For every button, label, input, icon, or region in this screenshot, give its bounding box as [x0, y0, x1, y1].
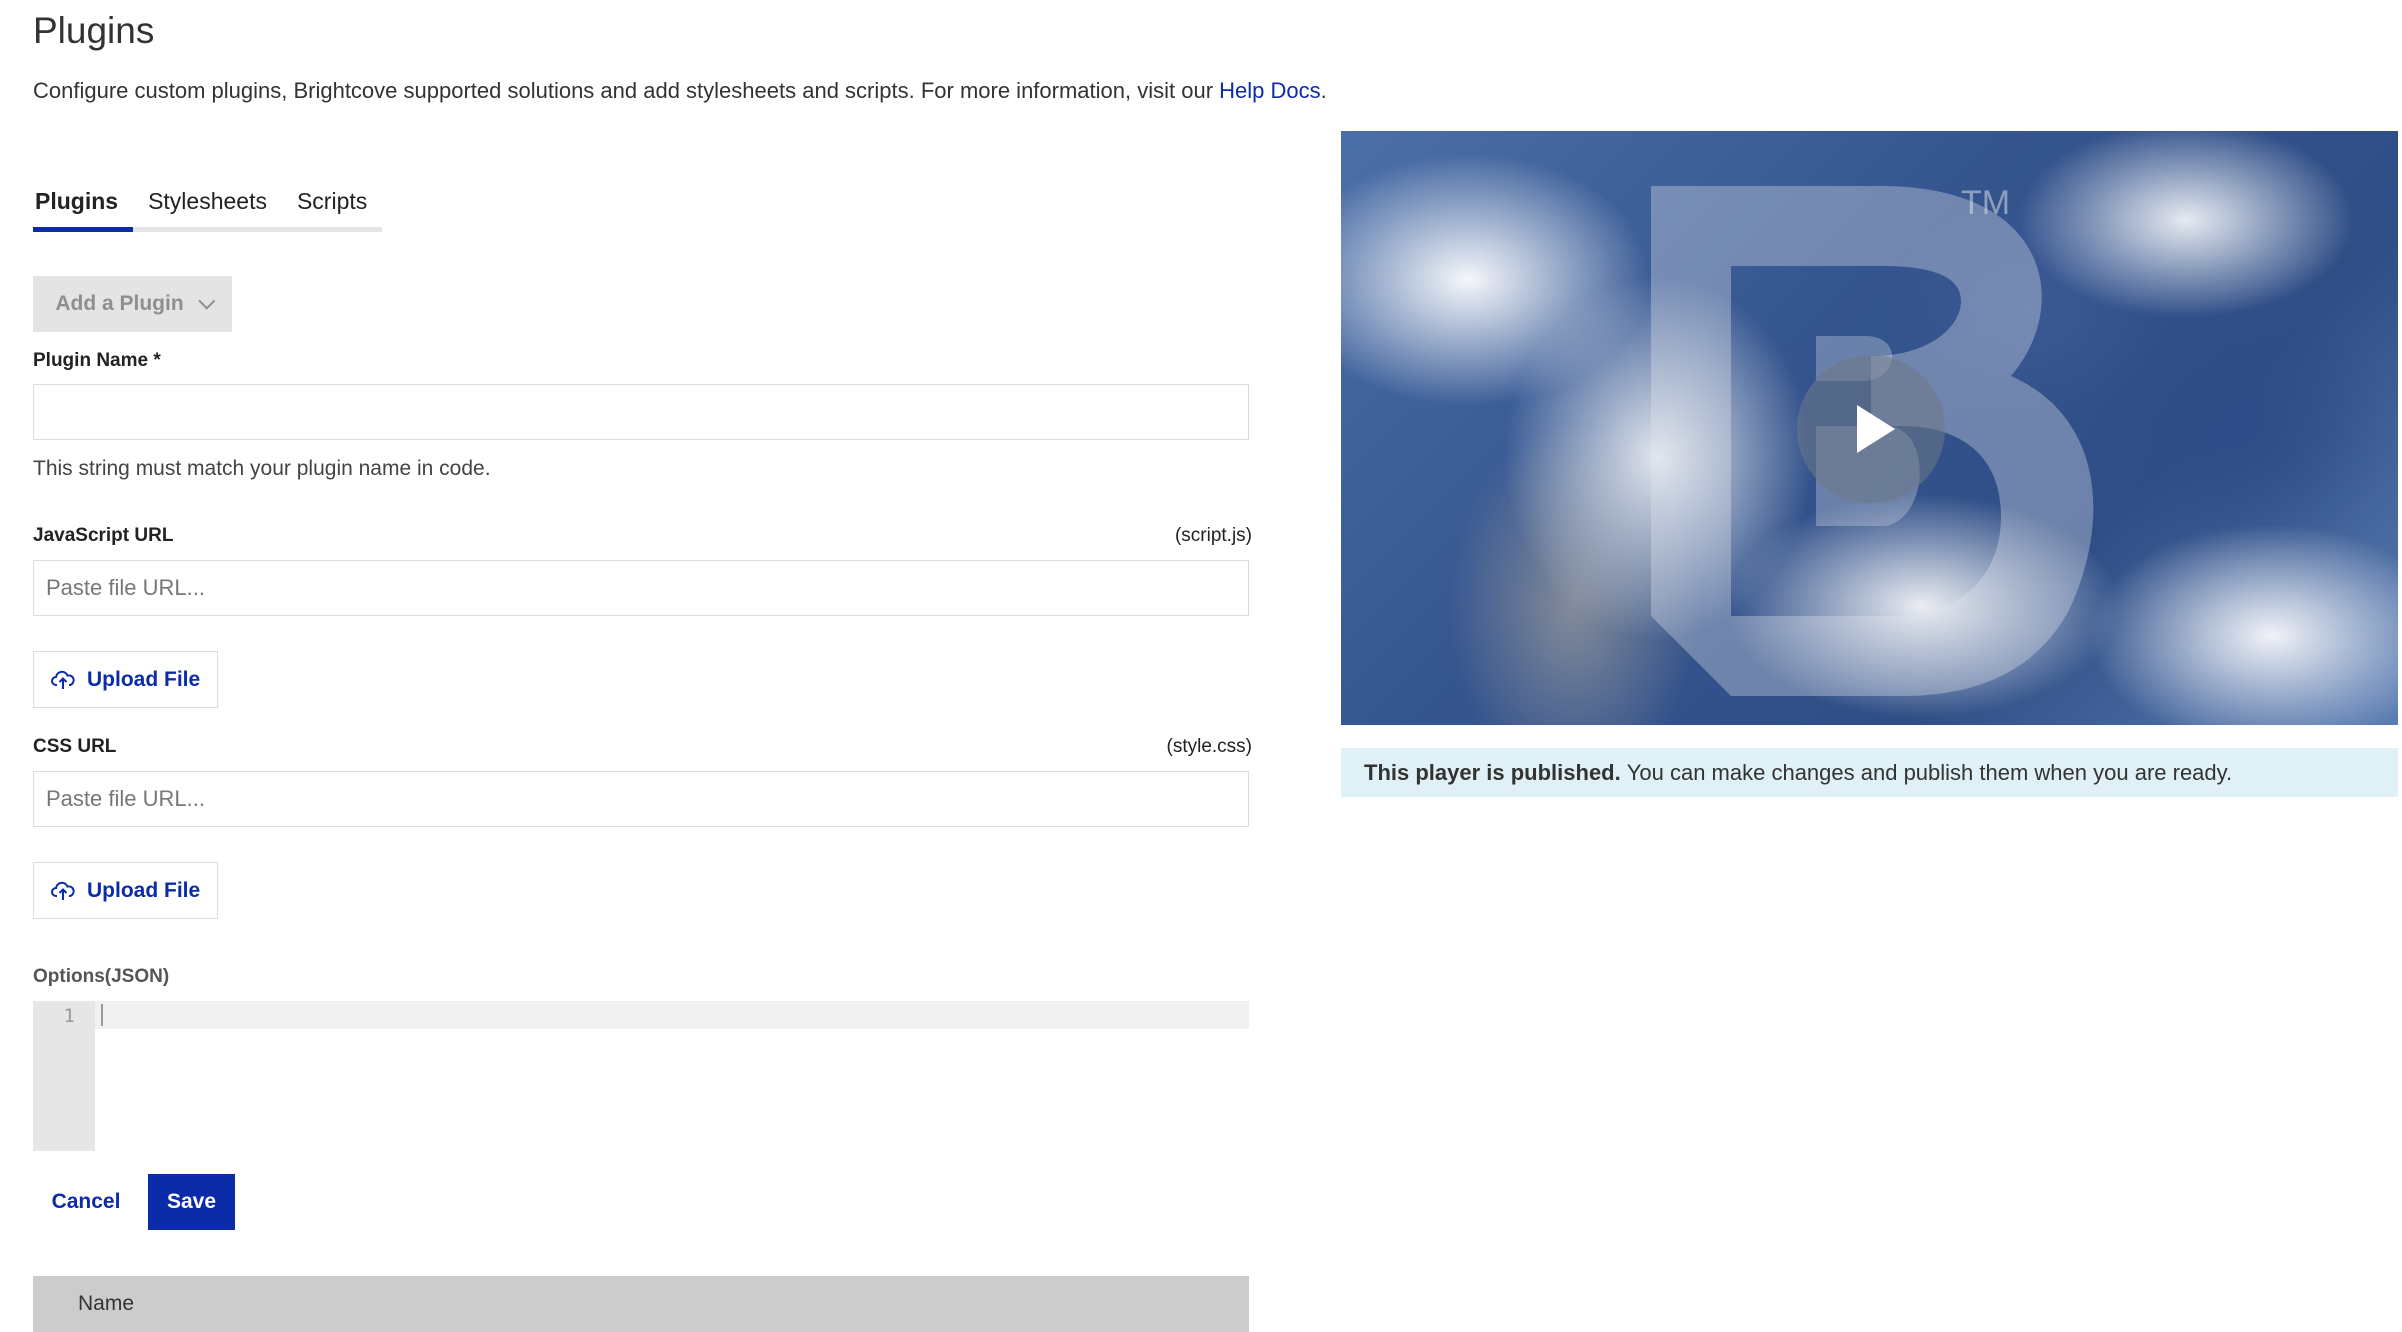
editor-cursor: [101, 1004, 103, 1026]
intro-text-body: Configure custom plugins, Brightcove sup…: [33, 78, 1220, 103]
play-button[interactable]: [1797, 355, 1945, 503]
plugins-page: Plugins Configure custom plugins, Bright…: [0, 0, 2402, 1332]
chevron-down-icon: [197, 292, 215, 310]
css-url-hint: (style.css): [1166, 736, 1253, 757]
javascript-url-input[interactable]: Paste file URL...: [33, 560, 1249, 616]
upload-css-file-button[interactable]: Upload File: [33, 862, 218, 919]
tab-bar: Plugins Stylesheets Scripts: [33, 186, 383, 232]
player-preview[interactable]: TM: [1341, 131, 2398, 725]
trademark-mark: TM: [1961, 186, 2010, 222]
javascript-url-hint: (script.js): [1174, 525, 1252, 546]
column-header-name[interactable]: Name: [78, 1292, 134, 1316]
play-icon: [1857, 405, 1895, 453]
options-json-label: Options(JSON): [33, 966, 170, 987]
add-plugin-label: Add a Plugin: [55, 292, 184, 315]
editor-line-number: 1: [63, 1005, 75, 1027]
css-url-input[interactable]: Paste file URL...: [33, 771, 1249, 827]
publish-status-banner: This player is published. You can make c…: [1341, 748, 2398, 797]
upload-css-file-label: Upload File: [87, 878, 201, 902]
publish-status-bold: This player is published.: [1364, 759, 1621, 785]
upload-cloud-icon: [51, 881, 75, 900]
plugin-name-help: This string must match your plugin name …: [33, 457, 491, 480]
tab-stylesheets[interactable]: Stylesheets: [133, 186, 282, 227]
help-docs-link[interactable]: Help Docs: [1219, 78, 1320, 103]
save-button[interactable]: Save: [148, 1174, 235, 1230]
intro-text: Configure custom plugins, Brightcove sup…: [33, 76, 1333, 106]
plugins-table-header: Name: [33, 1276, 1249, 1332]
plugin-name-input[interactable]: [33, 384, 1249, 440]
css-url-label: CSS URL: [33, 736, 117, 757]
editor-gutter: 1: [33, 1001, 95, 1151]
upload-js-file-label: Upload File: [87, 667, 201, 691]
tab-scripts[interactable]: Scripts: [282, 186, 382, 227]
javascript-url-label: JavaScript URL: [33, 525, 174, 546]
cancel-button[interactable]: Cancel: [33, 1174, 139, 1230]
publish-status-text: You can make changes and publish them wh…: [1626, 759, 2233, 785]
tab-plugins[interactable]: Plugins: [33, 186, 134, 232]
add-plugin-dropdown[interactable]: Add a Plugin: [33, 276, 232, 332]
plugin-name-label: Plugin Name *: [33, 350, 161, 371]
intro-text-end: .: [1320, 78, 1327, 103]
upload-cloud-icon: [51, 670, 75, 689]
upload-js-file-button[interactable]: Upload File: [33, 651, 218, 708]
options-json-editor[interactable]: 1: [33, 1001, 1249, 1151]
editor-active-line[interactable]: [95, 1001, 1249, 1029]
page-title: Plugins: [33, 10, 155, 51]
